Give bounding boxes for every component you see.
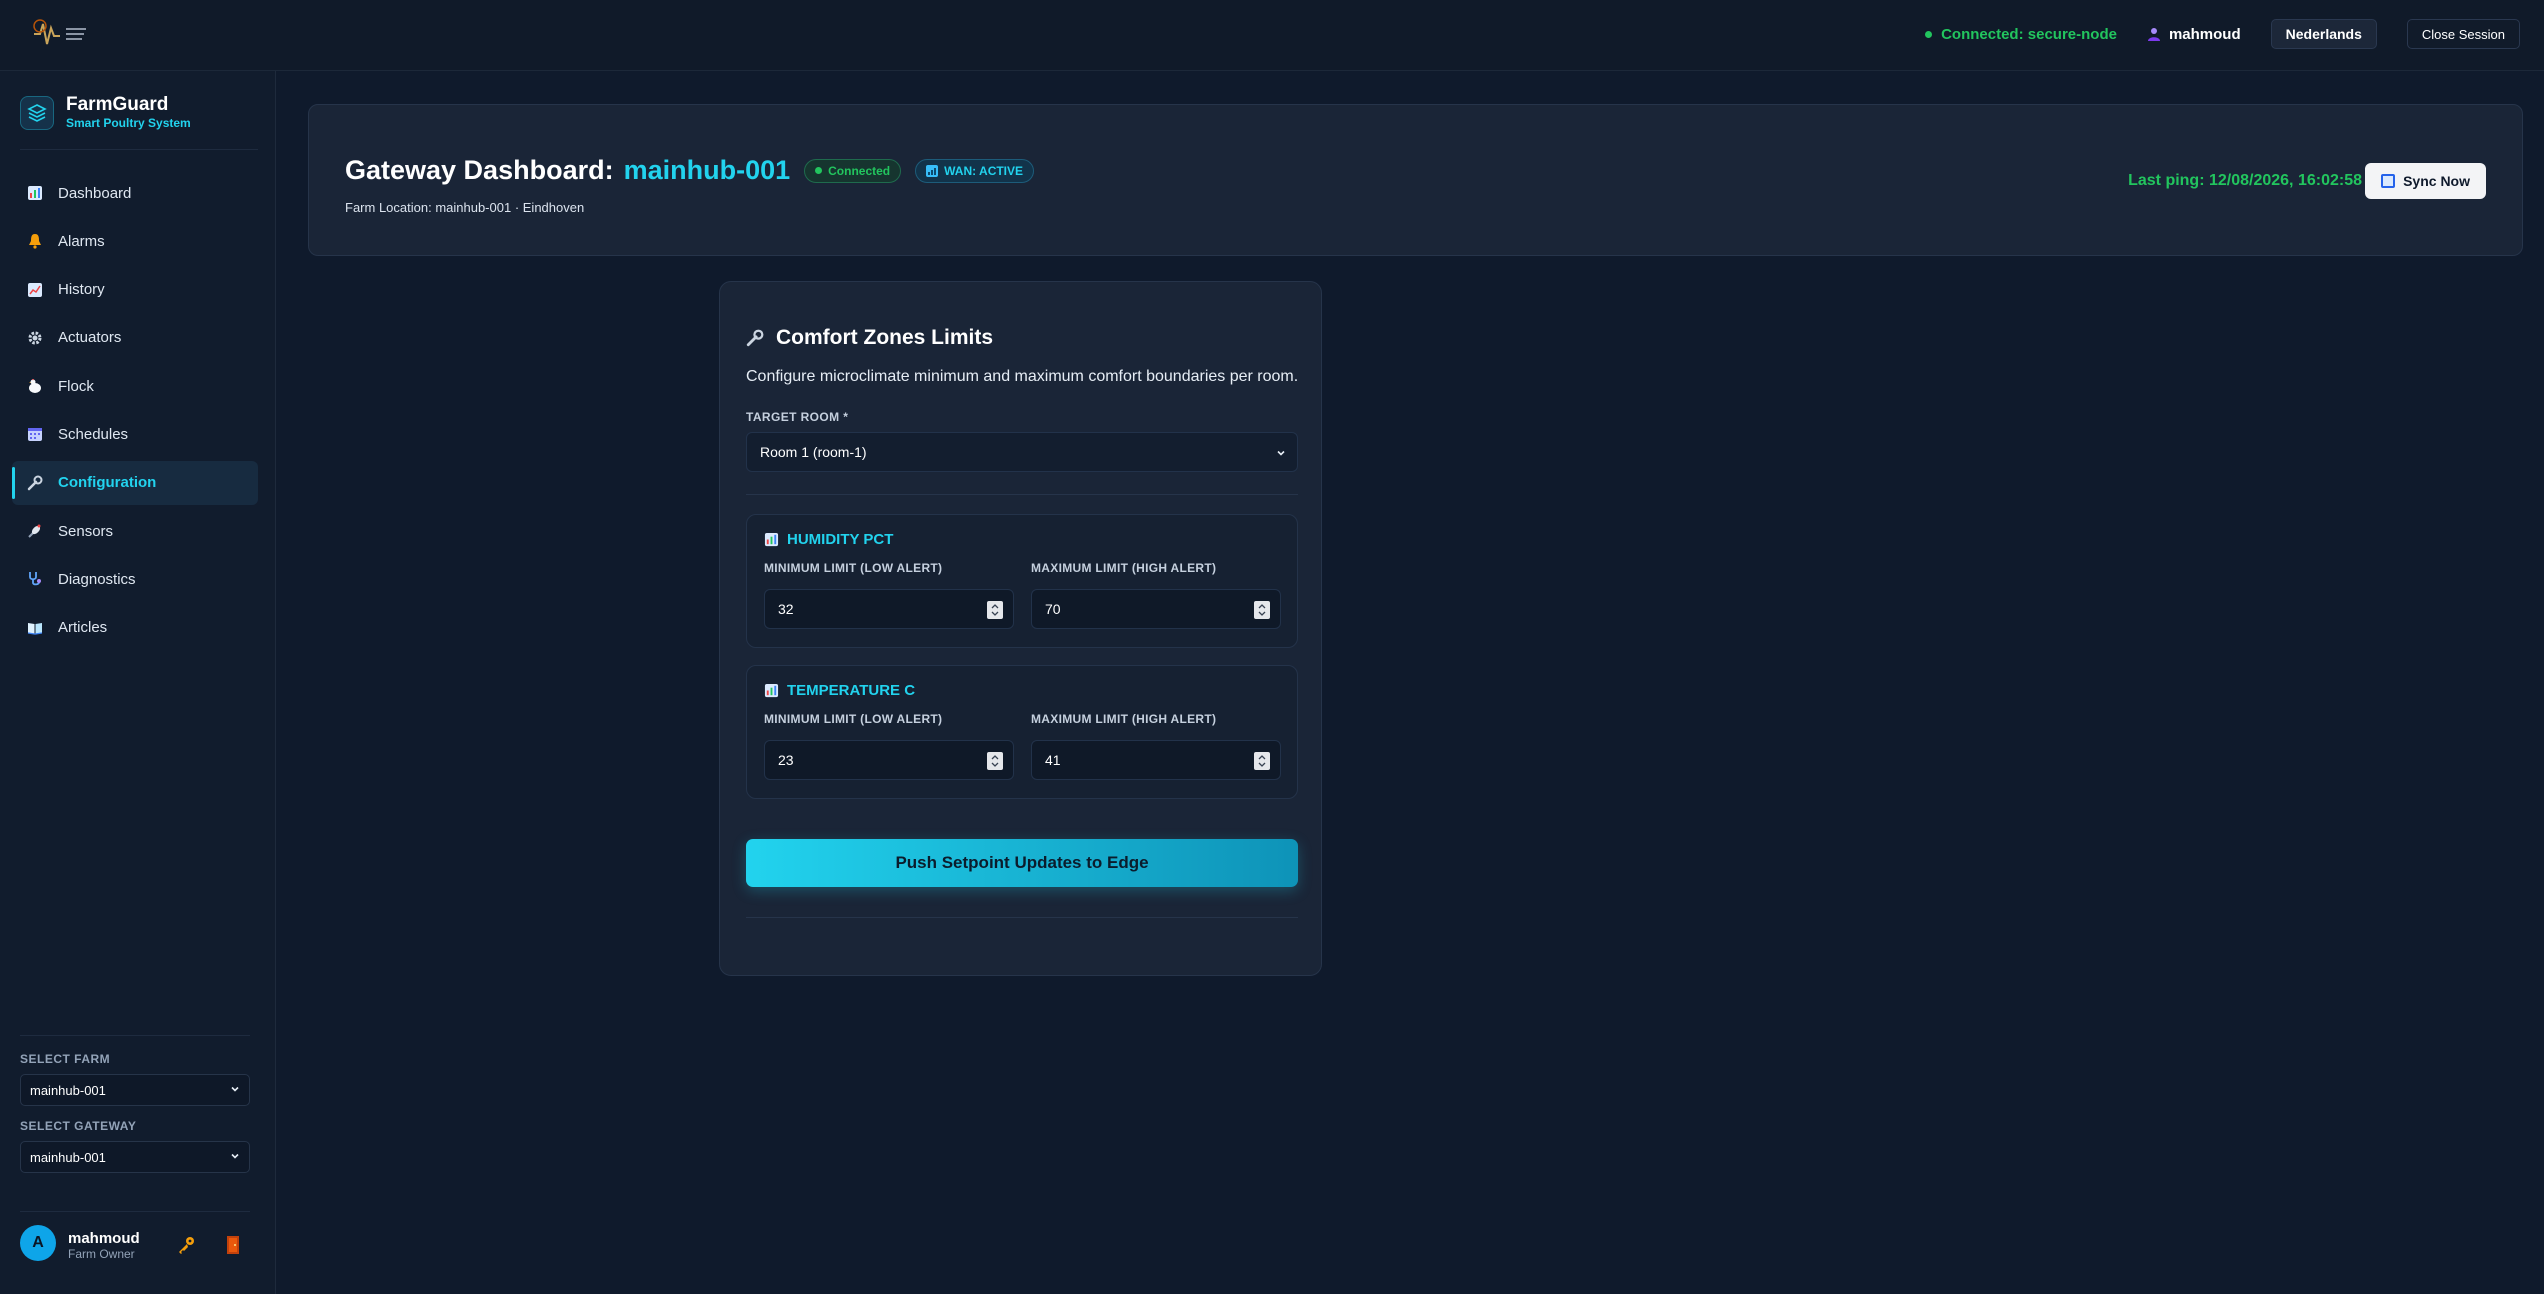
- sync-now-button[interactable]: Sync Now: [2365, 163, 2486, 199]
- brand-name: FarmGuard: [66, 94, 169, 115]
- calendar-icon: [26, 425, 44, 443]
- push-setpoint-button[interactable]: Push Setpoint Updates to Edge: [746, 839, 1298, 887]
- satellite-icon: [26, 522, 44, 540]
- number-stepper[interactable]: [1254, 752, 1270, 770]
- select-farm-dropdown[interactable]: mainhub-001: [20, 1074, 250, 1106]
- sidebar-item-articles[interactable]: Articles: [12, 606, 258, 650]
- min-limit-label: MINIMUM LIMIT (LOW ALERT): [764, 712, 943, 726]
- temperature-max-input[interactable]: 41: [1031, 740, 1281, 780]
- gear-icon: [26, 329, 44, 347]
- zone-title: HUMIDITY PCT: [764, 531, 893, 548]
- divider: [20, 149, 258, 150]
- divider: [746, 494, 1298, 495]
- page-title: Gateway Dashboard: mainhub-001 Connected…: [345, 155, 1035, 186]
- status-dot-icon: [815, 167, 823, 174]
- divider: [20, 1211, 250, 1212]
- close-session-button[interactable]: Close Session: [2406, 19, 2520, 49]
- sidebar-item-actuators[interactable]: Actuators: [12, 316, 258, 360]
- min-limit-label: MINIMUM LIMIT (LOW ALERT): [764, 561, 943, 575]
- sync-icon: [2381, 174, 2396, 188]
- zone-title: TEMPERATURE C: [764, 682, 915, 699]
- sidebar: FarmGuard Smart Poultry System Dashboard…: [0, 71, 276, 1294]
- connection-status: Connected: secure-node: [1925, 26, 2117, 43]
- max-limit-label: MAXIMUM LIMIT (HIGH ALERT): [1031, 561, 1217, 575]
- divider: [20, 1035, 250, 1036]
- sidebar-item-history[interactable]: History: [12, 268, 258, 312]
- target-room-select[interactable]: Room 1 (room-1): [746, 432, 1298, 472]
- sidebar-item-schedules[interactable]: Schedules: [12, 412, 258, 456]
- top-user: mahmoud: [2147, 26, 2241, 43]
- stethoscope-icon: [26, 570, 44, 588]
- language-button[interactable]: Nederlands: [2270, 19, 2377, 49]
- number-stepper[interactable]: [987, 752, 1003, 770]
- chevron-down-icon: [1277, 450, 1285, 456]
- bar-chart-icon: [26, 184, 44, 202]
- user-role: Farm Owner: [68, 1247, 135, 1261]
- wrench-icon: [26, 474, 44, 492]
- chevron-down-icon: [231, 1153, 239, 1159]
- top-bar: Connected: secure-node mahmoud Nederland…: [0, 0, 2544, 71]
- sidebar-item-sensors[interactable]: Sensors: [12, 509, 258, 553]
- wrench-icon: [746, 329, 764, 347]
- user-icon: [2147, 28, 2160, 41]
- humidity-min-input[interactable]: 32: [764, 589, 1014, 629]
- last-ping: Last ping: 12/08/2026, 16:02:58: [2128, 172, 2362, 189]
- zone-card-humidity: HUMIDITY PCT MINIMUM LIMIT (LOW ALERT) M…: [746, 514, 1298, 648]
- bar-chart-icon: [764, 532, 779, 547]
- farmguard-logo-icon: [33, 19, 86, 45]
- book-icon: [26, 619, 44, 637]
- temperature-min-input[interactable]: 23: [764, 740, 1014, 780]
- panel-description: Configure microclimate minimum and maxim…: [746, 368, 1299, 385]
- sidebar-item-flock[interactable]: Flock: [12, 364, 258, 408]
- zone-card-temperature: TEMPERATURE C MINIMUM LIMIT (LOW ALERT) …: [746, 665, 1298, 799]
- chevron-down-icon: [231, 1086, 239, 1092]
- brand[interactable]: FarmGuard Smart Poultry System: [20, 95, 191, 131]
- status-badge: Connected: [804, 158, 902, 183]
- humidity-max-input[interactable]: 70: [1031, 589, 1281, 629]
- sidebar-item-alarms[interactable]: Alarms: [12, 219, 258, 263]
- select-farm-label: SELECT FARM: [20, 1052, 111, 1066]
- brand-subtitle: Smart Poultry System: [66, 116, 191, 130]
- layers-icon: [20, 96, 54, 130]
- sidebar-item-configuration[interactable]: Configuration: [12, 460, 258, 505]
- gateway-id: mainhub-001: [623, 155, 791, 185]
- farm-location: Farm Location: mainhub-001 · Eindhoven: [345, 200, 585, 215]
- select-gateway-label: SELECT GATEWAY: [20, 1119, 137, 1133]
- sidebar-nav: Dashboard Alarms History Actuators Flock: [12, 171, 258, 654]
- line-chart-icon: [26, 281, 44, 299]
- sidebar-item-dashboard[interactable]: Dashboard: [12, 171, 258, 215]
- bar-chart-icon: [764, 683, 779, 698]
- max-limit-label: MAXIMUM LIMIT (HIGH ALERT): [1031, 712, 1217, 726]
- select-gateway-dropdown[interactable]: mainhub-001: [20, 1141, 250, 1173]
- user-name: mahmoud: [68, 1230, 140, 1247]
- sidebar-item-diagnostics[interactable]: Diagnostics: [12, 557, 258, 601]
- status-dot-icon: [1925, 30, 1933, 38]
- avatar[interactable]: A: [20, 1225, 56, 1261]
- bell-icon: [26, 232, 44, 250]
- number-stepper[interactable]: [1254, 601, 1270, 619]
- wan-badge: WAN: ACTIVE: [915, 158, 1035, 183]
- chicken-icon: [26, 377, 44, 395]
- logout-door-icon[interactable]: [224, 1235, 242, 1255]
- signal-icon: [926, 164, 939, 177]
- key-icon[interactable]: [176, 1235, 196, 1255]
- gateway-header-card: Gateway Dashboard: mainhub-001 Connected…: [308, 104, 2523, 256]
- comfort-zones-panel: Comfort Zones Limits Configure microclim…: [719, 281, 1322, 976]
- panel-title: Comfort Zones Limits: [746, 326, 993, 350]
- number-stepper[interactable]: [987, 601, 1003, 619]
- target-room-label: TARGET ROOM *: [746, 410, 849, 424]
- divider: [746, 917, 1298, 918]
